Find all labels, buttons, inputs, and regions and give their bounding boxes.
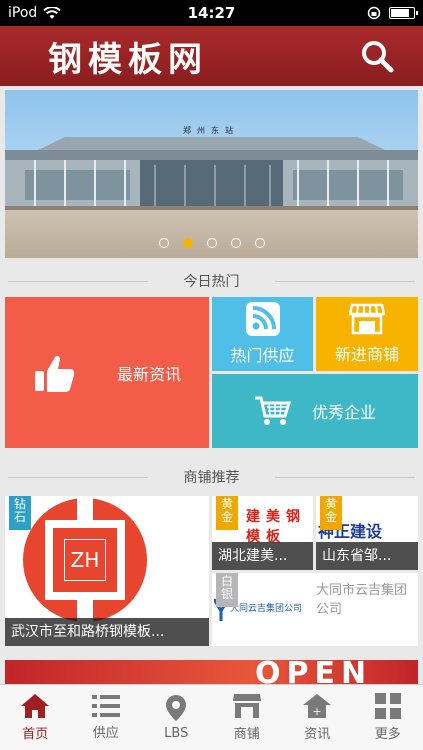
shop-name: 武汉市至和路桥钢模板... <box>5 618 209 646</box>
carousel-dot[interactable] <box>182 238 193 248</box>
tab-news[interactable]: + 资讯 <box>282 685 353 750</box>
bottom-tab-bar: 首页 供应 LBS 商铺 + 资讯 更多 <box>0 684 423 750</box>
news-icon: + <box>303 694 332 718</box>
carousel-dot[interactable] <box>230 238 241 248</box>
shop-name: 湖北建美... <box>212 542 313 570</box>
badge-gold: 黄金 <box>216 496 238 530</box>
promo-banner[interactable]: OPEN <box>5 660 418 684</box>
tab-home[interactable]: 首页 <box>0 685 71 750</box>
carousel-dot[interactable] <box>158 238 169 248</box>
shop-card-wuhan[interactable]: ZH 钻石 武汉市至和路桥钢模板... <box>5 496 209 646</box>
location-pin-icon <box>166 695 187 721</box>
store-icon <box>232 694 261 718</box>
thumbs-up-icon <box>34 355 75 392</box>
tile-latest-news[interactable]: 最新资讯 <box>5 297 209 448</box>
shop-card-datong[interactable]: 大同云吉集团公司 大同市云吉集团公司 白银 <box>212 573 418 646</box>
shop-name: 山东省邹... <box>316 542 418 570</box>
jianmei-logo-text: 建美钢模板 <box>246 509 306 545</box>
home-icon <box>21 694 50 718</box>
tab-supply-label: 供应 <box>92 726 119 741</box>
tab-more-label: 更多 <box>374 727 401 742</box>
tab-lbs[interactable]: LBS <box>141 685 212 750</box>
shopping-cart-icon <box>254 396 292 425</box>
shop-card-hubei[interactable]: 建美钢模板 黄金 湖北建美... <box>212 496 313 570</box>
station-sign: 郑州东站 <box>183 125 239 135</box>
shop-card-shandong[interactable]: 神正建设 黄金 山东省邹... <box>316 496 418 570</box>
app-header: 钢模板网 <box>0 26 423 86</box>
store-front-icon <box>349 303 385 335</box>
list-icon <box>91 695 120 717</box>
banner-carousel[interactable]: 郑州东站 <box>5 90 418 258</box>
tab-more[interactable]: 更多 <box>353 685 423 750</box>
tile-top-companies-label: 优秀企业 <box>311 403 376 422</box>
rss-icon <box>245 302 280 336</box>
wifi-icon <box>43 6 61 19</box>
tile-hot-supply[interactable]: 热门供应 <box>212 297 313 371</box>
badge-silver: 白银 <box>216 573 238 607</box>
section-title-hot: 今日热门 <box>0 268 423 294</box>
tile-top-companies[interactable]: 优秀企业 <box>212 374 418 448</box>
tile-new-shops[interactable]: 新进商铺 <box>316 297 418 371</box>
banner-image: 郑州东站 <box>5 90 418 258</box>
tile-new-shops-label: 新进商铺 <box>334 345 399 364</box>
section-title-shops: 商铺推荐 <box>0 464 423 490</box>
battery-icon <box>389 7 419 19</box>
tab-news-label: 资讯 <box>304 727 331 742</box>
search-icon[interactable] <box>359 38 395 74</box>
tab-supply[interactable]: 供应 <box>71 685 142 750</box>
tab-shops[interactable]: 商铺 <box>212 685 283 750</box>
badge-diamond: 钻石 <box>9 496 31 530</box>
tile-latest-news-label: 最新资讯 <box>116 364 181 384</box>
carousel-dot[interactable] <box>254 238 265 248</box>
carousel-dot[interactable] <box>206 238 217 248</box>
badge-gold: 黄金 <box>320 496 342 530</box>
status-bar: iPod 14:27 <box>0 0 423 26</box>
app-title: 钢模板网 <box>48 39 208 80</box>
rotation-lock-icon <box>367 6 381 20</box>
tile-hot-supply-label: 热门供应 <box>230 346 295 365</box>
carousel-dots <box>5 238 418 248</box>
tab-shops-label: 商铺 <box>233 727 260 742</box>
yunji-logo-text: 大同云吉集团公司 <box>230 604 303 614</box>
svg-text:+: + <box>313 705 322 718</box>
grid-icon <box>374 693 401 719</box>
tab-home-label: 首页 <box>22 727 49 742</box>
tab-lbs-label: LBS <box>164 726 189 741</box>
shop-name: 大同市云吉集团公司 <box>316 583 408 617</box>
zh-logo-text: ZH <box>71 548 100 572</box>
carrier-label: iPod <box>8 5 38 21</box>
status-time: 14:27 <box>187 4 236 22</box>
promo-text: OPEN <box>255 660 373 684</box>
